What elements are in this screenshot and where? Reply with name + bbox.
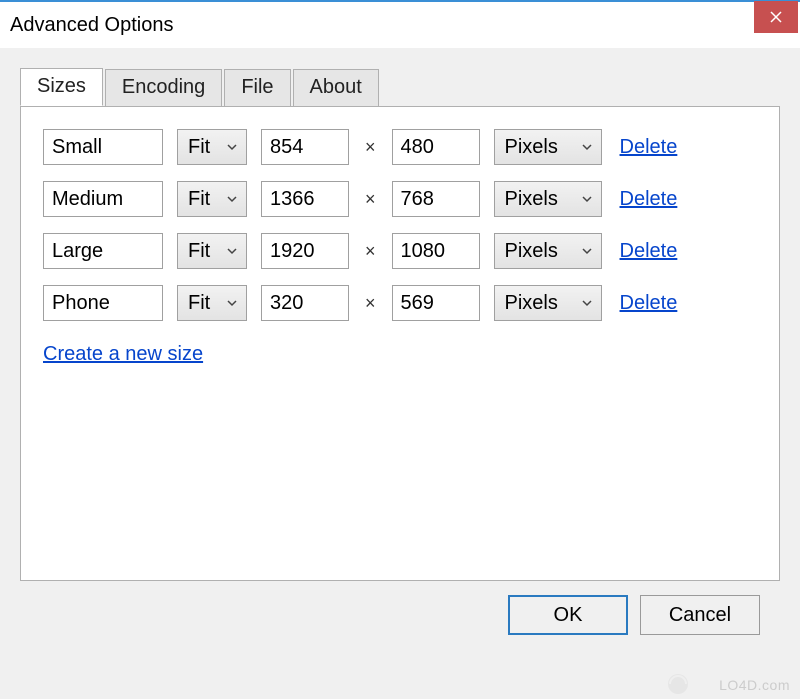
width-input[interactable] [261, 233, 349, 269]
chevron-down-icon [226, 297, 238, 309]
create-new-size-link[interactable]: Create a new size [43, 343, 203, 366]
size-name-input[interactable] [43, 233, 163, 269]
fit-mode-label: Fit [188, 136, 210, 159]
tab-about[interactable]: About [293, 69, 379, 107]
tab-sizes[interactable]: Sizes [20, 68, 103, 106]
height-input[interactable] [392, 181, 480, 217]
delete-link[interactable]: Delete [620, 292, 678, 315]
size-row: Fit × Pixels Delete [43, 285, 757, 321]
tab-file[interactable]: File [224, 69, 290, 107]
width-input[interactable] [261, 285, 349, 321]
tab-encoding[interactable]: Encoding [105, 69, 222, 107]
fit-mode-dropdown[interactable]: Fit [177, 233, 247, 269]
tabstrip: Sizes Encoding File About [20, 68, 780, 106]
dialog-body: Sizes Encoding File About Fit × Pixels D… [0, 48, 800, 635]
watermark-text: LO4D.com [719, 677, 790, 693]
chevron-down-icon [226, 193, 238, 205]
close-icon [770, 11, 782, 23]
tabpanel-sizes: Fit × Pixels Delete Fit × Pixels [20, 106, 780, 581]
fit-mode-label: Fit [188, 292, 210, 315]
size-name-input[interactable] [43, 285, 163, 321]
window-title: Advanced Options [10, 14, 173, 37]
chevron-down-icon [581, 193, 593, 205]
fit-mode-dropdown[interactable]: Fit [177, 129, 247, 165]
watermark-logo-icon [656, 673, 700, 695]
titlebar: Advanced Options [0, 0, 800, 48]
unit-dropdown[interactable]: Pixels [494, 181, 602, 217]
unit-label: Pixels [505, 292, 558, 315]
delete-link[interactable]: Delete [620, 240, 678, 263]
height-input[interactable] [392, 285, 480, 321]
size-name-input[interactable] [43, 129, 163, 165]
fit-mode-label: Fit [188, 240, 210, 263]
chevron-down-icon [226, 141, 238, 153]
fit-mode-dropdown[interactable]: Fit [177, 181, 247, 217]
chevron-down-icon [581, 245, 593, 257]
close-button[interactable] [754, 1, 798, 33]
chevron-down-icon [581, 297, 593, 309]
height-input[interactable] [392, 233, 480, 269]
delete-link[interactable]: Delete [620, 188, 678, 211]
chevron-down-icon [581, 141, 593, 153]
unit-label: Pixels [505, 240, 558, 263]
ok-button[interactable]: OK [508, 595, 628, 635]
dialog-buttons: OK Cancel [20, 581, 780, 635]
unit-label: Pixels [505, 188, 558, 211]
width-input[interactable] [261, 181, 349, 217]
size-name-input[interactable] [43, 181, 163, 217]
cancel-button[interactable]: Cancel [640, 595, 760, 635]
size-row: Fit × Pixels Delete [43, 129, 757, 165]
unit-dropdown[interactable]: Pixels [494, 285, 602, 321]
unit-label: Pixels [505, 136, 558, 159]
chevron-down-icon [226, 245, 238, 257]
fit-mode-dropdown[interactable]: Fit [177, 285, 247, 321]
times-symbol: × [363, 189, 378, 210]
size-row: Fit × Pixels Delete [43, 181, 757, 217]
unit-dropdown[interactable]: Pixels [494, 129, 602, 165]
fit-mode-label: Fit [188, 188, 210, 211]
size-row: Fit × Pixels Delete [43, 233, 757, 269]
width-input[interactable] [261, 129, 349, 165]
unit-dropdown[interactable]: Pixels [494, 233, 602, 269]
delete-link[interactable]: Delete [620, 136, 678, 159]
height-input[interactable] [392, 129, 480, 165]
times-symbol: × [363, 137, 378, 158]
times-symbol: × [363, 241, 378, 262]
times-symbol: × [363, 293, 378, 314]
